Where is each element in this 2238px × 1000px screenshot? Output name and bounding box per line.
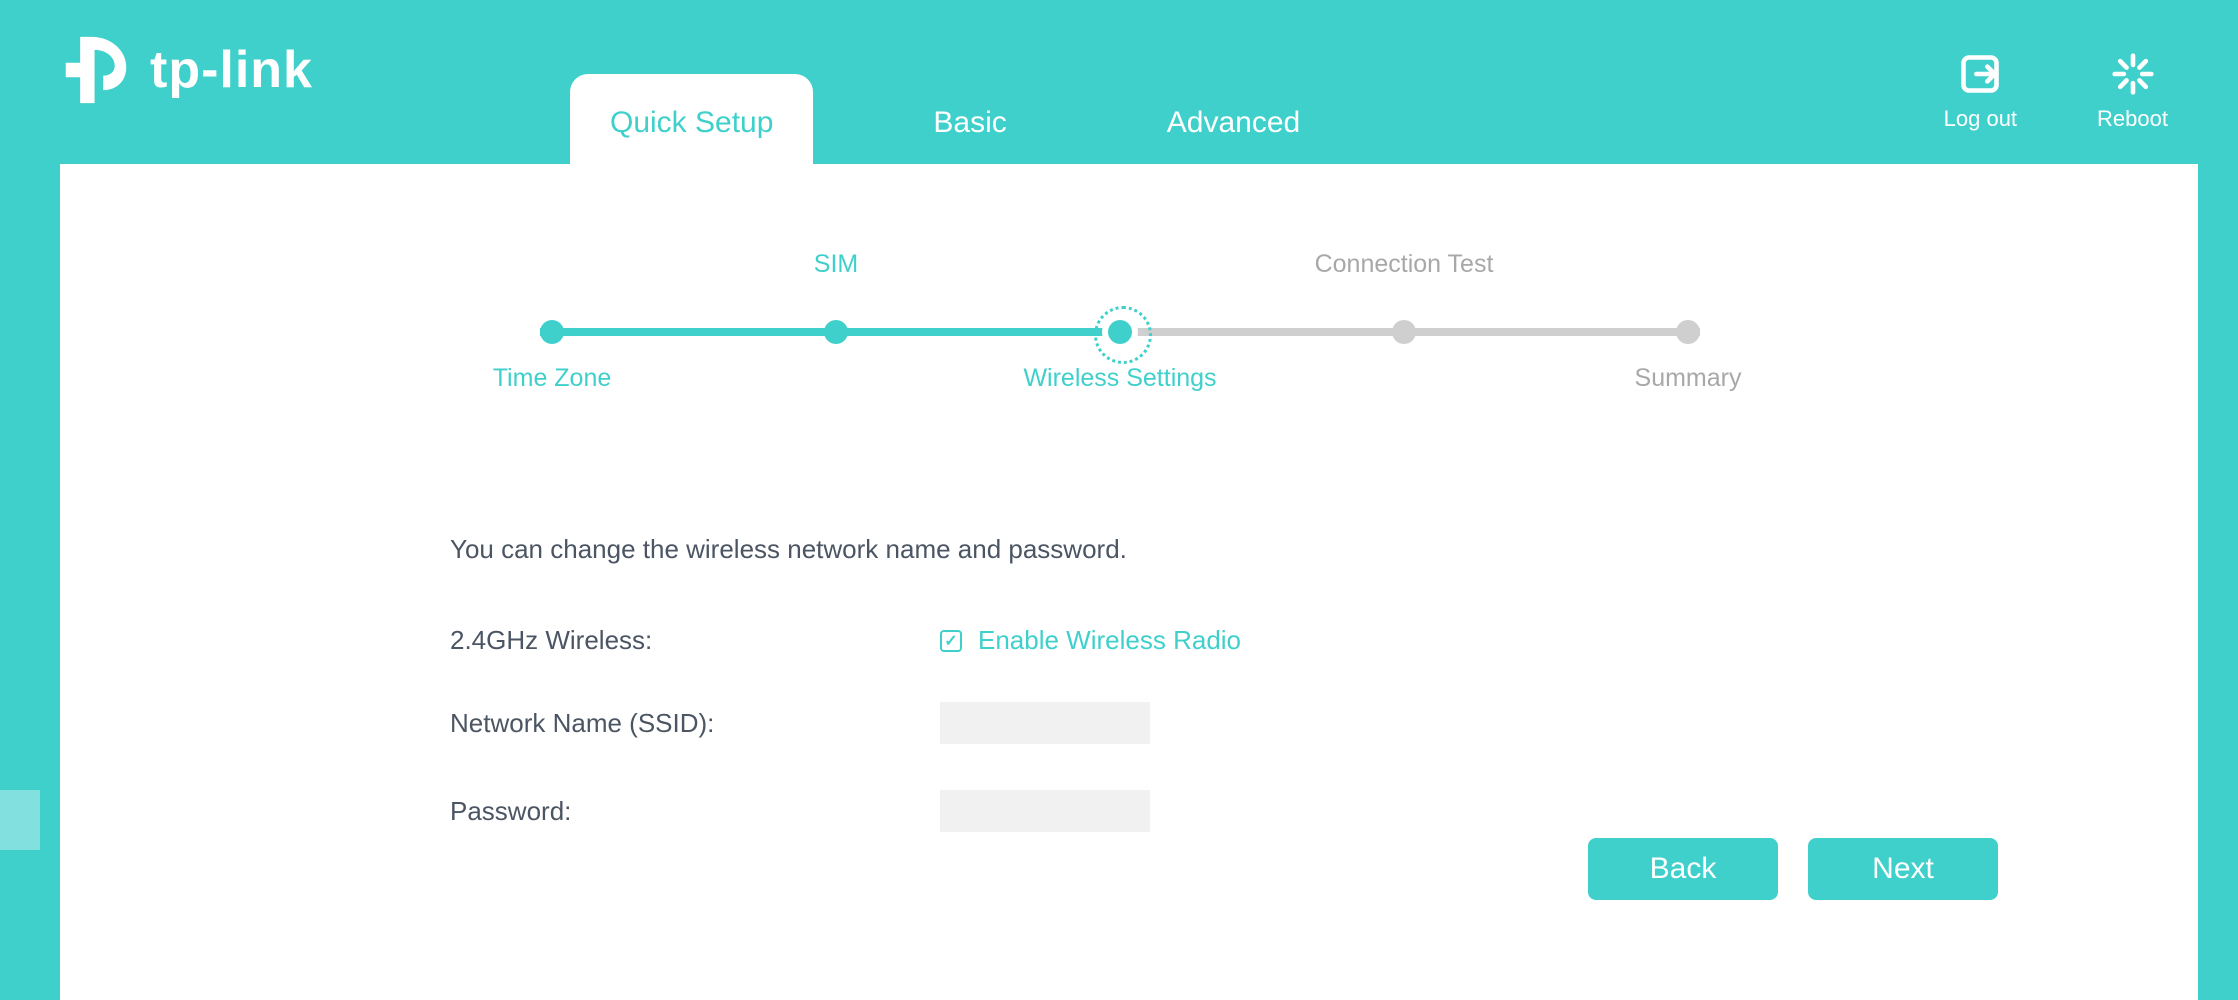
step-time-zone[interactable]: Time Zone	[540, 320, 564, 344]
step-time-zone-label: Time Zone	[493, 364, 612, 393]
step-connection-test-label: Connection Test	[1315, 250, 1494, 279]
reboot-icon	[2111, 52, 2155, 96]
next-button[interactable]: Next	[1808, 838, 1998, 900]
step-sim-label: SIM	[814, 250, 858, 279]
step-connection-test[interactable]: Connection Test	[1392, 320, 1416, 344]
enable-wireless-checkbox[interactable]: ✓	[940, 630, 962, 652]
brand-logo: tp-link	[60, 34, 313, 106]
ssid-input[interactable]	[940, 702, 1150, 744]
step-wireless-settings[interactable]: Wireless Settings	[1108, 320, 1132, 344]
back-button[interactable]: Back	[1588, 838, 1778, 900]
tab-basic[interactable]: Basic	[893, 74, 1046, 164]
row-24ghz-wireless: 2.4GHz Wireless: ✓ Enable Wireless Radio	[450, 625, 2198, 656]
label-ssid: Network Name (SSID):	[450, 708, 940, 739]
form-intro-text: You can change the wireless network name…	[450, 534, 2198, 565]
tab-advanced[interactable]: Advanced	[1127, 74, 1340, 164]
logout-label: Log out	[1944, 106, 2017, 132]
step-summary[interactable]: Summary	[1676, 320, 1700, 344]
content-pane: Time Zone SIM Wireless Settings Connecti…	[60, 164, 2198, 1000]
step-sim[interactable]: SIM	[824, 320, 848, 344]
logout-icon	[1958, 52, 2002, 96]
window-edge-notch	[0, 790, 40, 850]
reboot-button[interactable]: Reboot	[2097, 52, 2168, 132]
label-password: Password:	[450, 796, 940, 827]
wireless-settings-form: You can change the wireless network name…	[450, 534, 2198, 832]
row-password: Password:	[450, 790, 2198, 832]
logout-button[interactable]: Log out	[1944, 52, 2017, 132]
wizard-nav-buttons: Back Next	[1588, 838, 1998, 900]
enable-wireless-radio[interactable]: ✓ Enable Wireless Radio	[940, 625, 1241, 656]
wizard-stepper: Time Zone SIM Wireless Settings Connecti…	[540, 244, 1700, 424]
tab-quick-setup[interactable]: Quick Setup	[570, 74, 813, 164]
header-bar: tp-link Quick Setup Basic Advanced Log o…	[0, 0, 2238, 164]
tp-link-logo-icon	[60, 34, 132, 106]
step-wireless-settings-label: Wireless Settings	[1023, 364, 1216, 393]
reboot-label: Reboot	[2097, 106, 2168, 132]
step-summary-label: Summary	[1635, 364, 1742, 393]
header-actions: Log out Reboot	[1944, 52, 2168, 132]
main-tabs: Quick Setup Basic Advanced	[570, 74, 1340, 164]
stepper-nodes: Time Zone SIM Wireless Settings Connecti…	[540, 244, 1700, 424]
brand-name: tp-link	[150, 40, 313, 100]
password-input[interactable]	[940, 790, 1150, 832]
row-ssid: Network Name (SSID):	[450, 702, 2198, 744]
label-24ghz-wireless: 2.4GHz Wireless:	[450, 625, 940, 656]
enable-wireless-label: Enable Wireless Radio	[978, 625, 1241, 656]
